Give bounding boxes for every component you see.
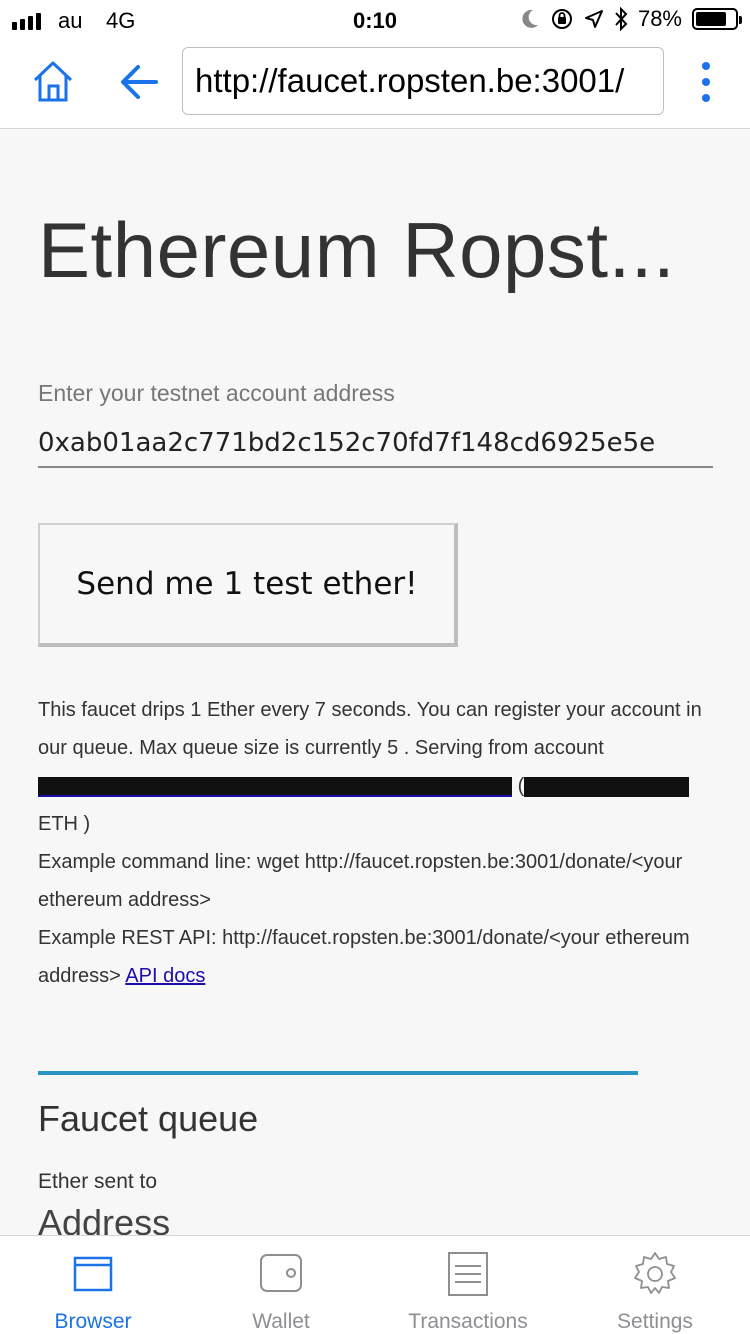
example-command: Example command line: wget http://faucet… — [38, 851, 683, 911]
queue-address-header: Address — [38, 1202, 171, 1235]
api-docs-link[interactable]: API docs — [125, 965, 205, 987]
transactions-icon — [448, 1252, 488, 1296]
tab-label-transactions: Transactions — [408, 1310, 528, 1333]
address-label: Enter your testnet account address — [38, 380, 395, 406]
battery-percent: 78% — [637, 6, 682, 31]
address-input[interactable] — [38, 420, 713, 468]
url-input[interactable]: http://faucet.ropsten.be:3001/ — [182, 47, 664, 115]
section-divider — [38, 1071, 638, 1075]
queue-label: Ether sent to — [38, 1170, 158, 1193]
balance-paren: ( — [517, 775, 525, 797]
tab-label-settings: Settings — [617, 1310, 693, 1333]
eth-unit: ETH ) — [38, 813, 91, 835]
tab-settings[interactable]: Settings — [605, 1236, 705, 1334]
moon-icon — [522, 9, 538, 28]
page-title: Ethereum Ropst... — [38, 206, 676, 294]
send-ether-button[interactable]: Send me 1 test ether! — [38, 523, 458, 647]
settings-icon — [634, 1252, 676, 1294]
tab-transactions[interactable]: Transactions — [398, 1236, 538, 1334]
redacted-balance — [524, 776, 690, 797]
battery-icon — [692, 8, 742, 30]
tab-wallet[interactable]: Wallet — [236, 1236, 326, 1334]
location-icon — [584, 10, 603, 28]
queue-title: Faucet queue — [38, 1098, 259, 1139]
wallet-icon — [260, 1254, 302, 1292]
browser-toolbar: http://faucet.ropsten.be:3001/ — [0, 40, 750, 129]
serving-account-link[interactable] — [38, 775, 512, 797]
tab-label-browser: Browser — [54, 1310, 132, 1333]
tab-label-wallet: Wallet — [252, 1310, 310, 1333]
more-menu-icon[interactable] — [690, 62, 722, 102]
redacted-account — [38, 776, 512, 797]
status-bar: au 4G 0:10 78% — [0, 0, 750, 40]
bluetooth-icon — [615, 7, 628, 31]
web-content: Ethereum Ropst... Enter your testnet acc… — [0, 130, 750, 1235]
back-arrow-icon[interactable] — [118, 62, 160, 102]
serving-text: . Serving from account — [403, 737, 604, 759]
tab-bar: Browser Wallet Transactions Settings — [0, 1235, 750, 1334]
browser-icon — [73, 1256, 113, 1292]
home-icon[interactable] — [30, 58, 76, 104]
faucet-info: This faucet drips 1 Ether every 7 second… — [38, 691, 718, 995]
tab-browser[interactable]: Browser — [48, 1236, 138, 1334]
orientation-lock-icon — [551, 9, 572, 29]
